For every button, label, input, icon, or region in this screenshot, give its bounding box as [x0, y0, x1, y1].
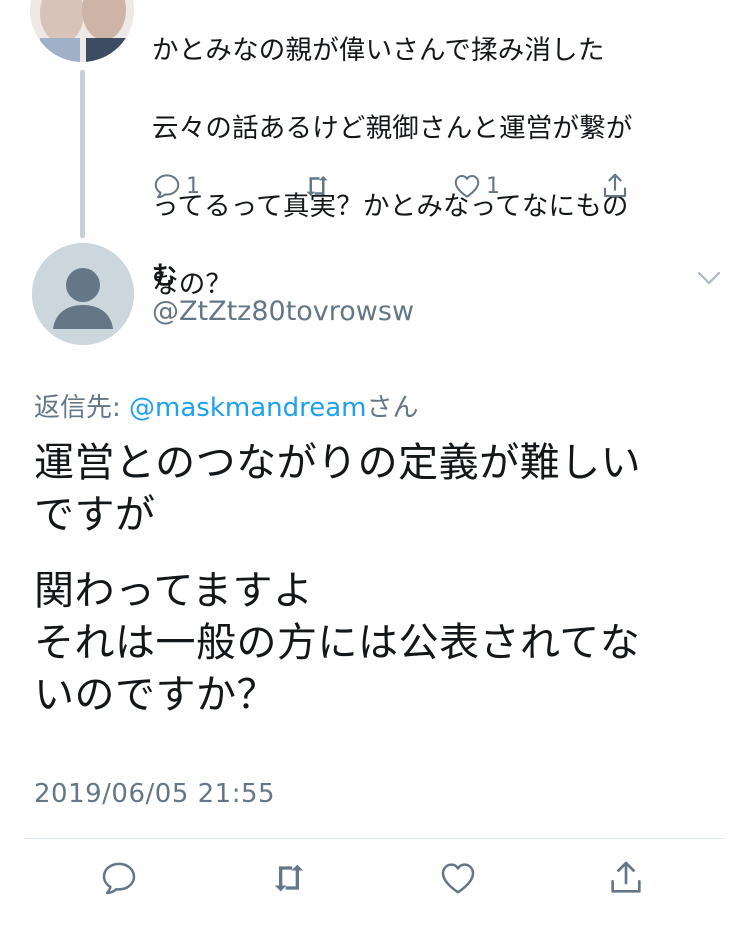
retweet-button[interactable] — [269, 858, 309, 898]
divider — [24, 838, 724, 839]
share-icon — [603, 173, 627, 198]
like-icon — [441, 863, 475, 894]
avatar[interactable] — [32, 243, 134, 345]
thread-line — [80, 70, 85, 238]
parent-like-count: 1 — [486, 173, 500, 199]
timestamp[interactable]: 2019/06/05 21:55 — [34, 779, 275, 809]
default-avatar-icon — [32, 243, 134, 345]
parent-avatar[interactable] — [30, 0, 134, 62]
chevron-down-icon[interactable] — [695, 266, 723, 290]
reply-icon — [102, 862, 136, 895]
tweet-paragraph: 関わってますよ それは一般の方には公表されてな いのですか？ — [34, 568, 641, 718]
display-name[interactable]: む — [152, 256, 177, 292]
parent-share-button[interactable] — [600, 168, 630, 204]
share-button[interactable] — [606, 858, 646, 898]
parent-avatar-photo — [30, 0, 134, 62]
parent-text-line: かとみなの親が偉いさんで揉み消した — [152, 35, 605, 66]
reply-to-suffix: さん — [366, 393, 419, 423]
reply-to-label: 返信先: — [34, 393, 130, 423]
tweet-paragraph: 運営とのつながりの定義が難しい ですが — [34, 440, 642, 538]
parent-text-line: 云々の話あるけど親御さんと運営が繋が — [152, 113, 633, 144]
share-icon — [611, 861, 641, 893]
reply-button[interactable] — [99, 858, 139, 898]
like-icon — [454, 175, 480, 198]
parent-reply-count: 1 — [186, 173, 200, 199]
parent-retweet-button[interactable] — [302, 168, 332, 204]
user-handle[interactable]: @ZtZtz80tovrowsw — [152, 296, 414, 327]
parent-like-button[interactable]: 1 — [452, 168, 500, 204]
like-button[interactable] — [438, 858, 478, 898]
reply-to-line: 返信先: @maskmandreamさん — [34, 387, 419, 424]
reply-mention-link[interactable]: @maskmandream — [129, 393, 366, 423]
parent-reply-button[interactable]: 1 — [152, 168, 200, 204]
retweet-icon — [306, 176, 328, 196]
retweet-icon — [274, 864, 304, 892]
tweet-text: 運営とのつながりの定義が難しい ですが 関わってますよ それは一般の方には公表さ… — [34, 437, 724, 745]
reply-icon — [154, 174, 180, 199]
